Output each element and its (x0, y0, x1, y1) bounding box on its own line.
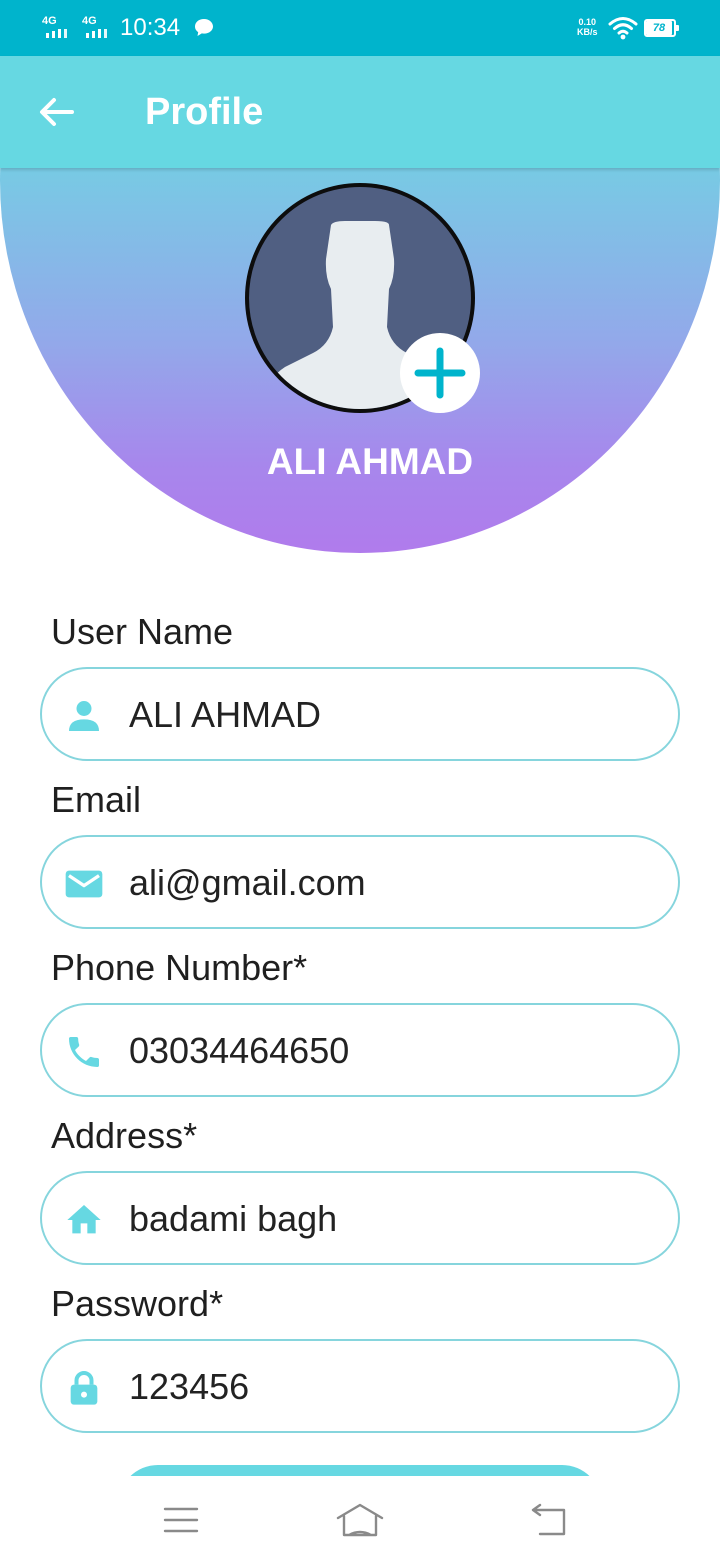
network-speed: 0.10 KB/s (577, 17, 598, 37)
home-outline-icon[interactable] (335, 1500, 385, 1540)
address-input[interactable] (129, 1193, 649, 1245)
return-icon[interactable] (524, 1500, 574, 1540)
system-nav-bar (0, 1476, 720, 1560)
email-input[interactable] (129, 857, 649, 909)
phone-icon (69, 1037, 99, 1067)
add-photo-button[interactable] (400, 333, 480, 413)
wifi-icon (608, 17, 638, 40)
phone-input[interactable] (129, 1025, 649, 1077)
email-label: Email (51, 779, 142, 820)
app-header: Profile (0, 56, 720, 168)
status-bar: 4G 4G 10:34 0.10 KB/s 78 (0, 0, 720, 56)
home-icon (67, 1205, 101, 1234)
lock-icon (70, 1371, 98, 1405)
phone-field[interactable] (40, 1003, 680, 1097)
address-field[interactable] (40, 1171, 680, 1265)
profile-name: ALI AHMAD (266, 441, 474, 482)
mail-icon (65, 870, 103, 898)
username-field[interactable] (40, 667, 680, 761)
password-input[interactable] (129, 1361, 649, 1413)
battery-level: 78 (652, 22, 666, 34)
email-field[interactable] (40, 835, 680, 929)
menu-icon[interactable] (156, 1500, 206, 1540)
password-label: Password* (51, 1283, 224, 1324)
status-time: 10:34 (120, 14, 181, 41)
plus-icon (414, 347, 466, 399)
person-icon (69, 701, 99, 731)
signal-icon: 4G (82, 16, 110, 40)
phone-label: Phone Number* (51, 947, 308, 988)
signal-icon: 4G (42, 16, 70, 40)
back-arrow-icon[interactable] (36, 94, 76, 130)
username-input[interactable] (129, 689, 649, 741)
signal-label: 4G (82, 15, 97, 27)
address-label: Address* (51, 1115, 198, 1156)
battery-icon: 78 (644, 19, 680, 37)
message-icon (195, 19, 213, 36)
password-field[interactable] (40, 1339, 680, 1433)
signal-label: 4G (42, 15, 57, 27)
page-title: Profile (145, 91, 264, 133)
username-label: User Name (51, 611, 234, 652)
